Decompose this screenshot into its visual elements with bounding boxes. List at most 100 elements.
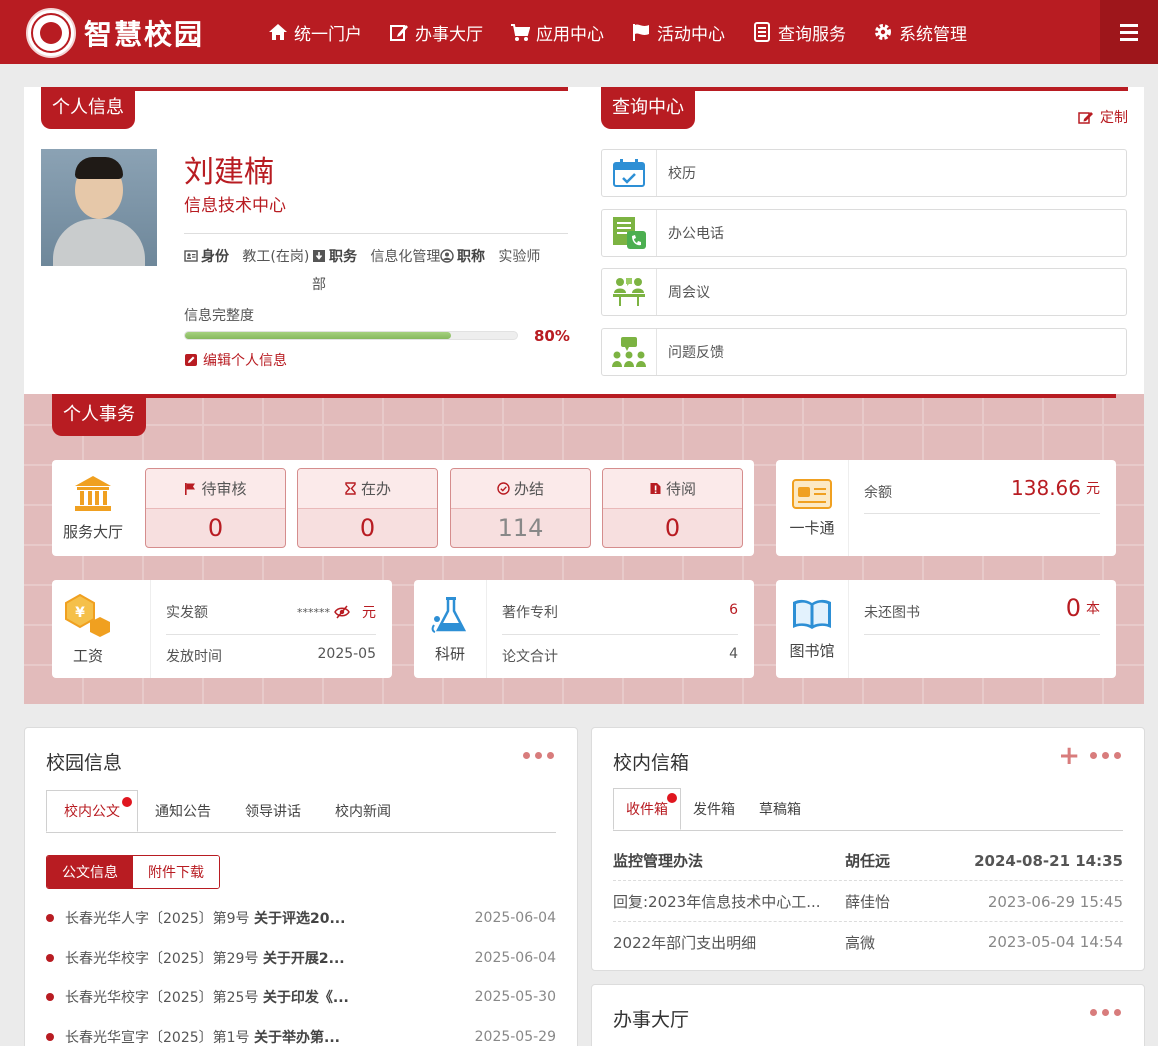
actual-pay-value: ****** (297, 605, 330, 619)
identity-value: 教工(在岗) (242, 249, 310, 265)
title-label: 职称 (457, 249, 485, 265)
tab-notices[interactable]: 通知公告 (138, 790, 228, 832)
doc-title-text: 关于举办第... (254, 1030, 340, 1046)
works-value: 6 (729, 602, 738, 618)
hall-card: 办事大厅 (591, 984, 1145, 1046)
customize-button[interactable]: 定制 (1078, 107, 1128, 127)
tab-label: 校内公文 (64, 804, 120, 820)
papers-value: 4 (729, 646, 738, 662)
completeness-percent: 80% (534, 327, 570, 345)
hamburger-icon[interactable] (1100, 0, 1158, 64)
research-link[interactable]: 科研 (414, 580, 486, 678)
duty-value-cont: 部 (312, 277, 326, 293)
mailbox-title: 校内信箱 (613, 752, 690, 774)
eye-slash-icon[interactable] (334, 605, 350, 619)
cart-icon (511, 24, 530, 41)
nav-item-apps[interactable]: 应用中心 (510, 0, 604, 64)
stat-pending-review[interactable]: 待审核 0 (145, 468, 286, 548)
nav-item-query[interactable]: 查询服务 (752, 0, 846, 64)
stat-value: 0 (359, 514, 376, 542)
research-label: 科研 (434, 644, 465, 663)
mail-row[interactable]: 2022年部门支出明细 高微 2023-05-04 14:54 (613, 922, 1123, 962)
doc-title: 长春光华宣字〔2025〕第1号 关于举办第... (65, 1027, 467, 1046)
edit-icon (185, 354, 197, 366)
nav-item-portal[interactable]: 统一门户 (268, 0, 362, 64)
library-card[interactable]: 图书馆 未还图书 0 本 (776, 580, 1116, 678)
tab-speeches[interactable]: 领导讲话 (228, 790, 318, 832)
building-icon (75, 475, 111, 511)
query-item-calendar[interactable]: 校历 (601, 149, 1127, 197)
salary-label: 工资 (72, 646, 103, 665)
mail-subject: 2022年部门支出明细 (613, 933, 757, 952)
query-item-meeting[interactable]: 周会议 (601, 268, 1127, 316)
unreturned-books-readout: 0 本 (1066, 594, 1100, 622)
edit-profile-link[interactable]: 编辑个人信息 (184, 350, 287, 370)
query-section-title: 查询中心 (601, 87, 695, 129)
service-hall-label: 服务大厅 (62, 522, 123, 541)
tab-news[interactable]: 校内新闻 (318, 790, 408, 832)
tab-label: 领导讲话 (245, 804, 301, 820)
hall-title: 办事大厅 (613, 1009, 690, 1031)
profile-query-panel: 个人信息 刘建楠 信息技术中心 身份 教工(在岗) 职务 信息化管理 职称 实验… (24, 87, 1144, 395)
nav-label: 统一门户 (294, 24, 362, 45)
logo[interactable]: 智慧校园 (26, 8, 204, 58)
tab-sent[interactable]: 发件箱 (681, 788, 747, 830)
unreturned-books-label: 未还图书 (864, 605, 920, 621)
doc-row[interactable]: 长春光华校字〔2025〕第29号 关于开展2... 2025-06-04 (46, 948, 556, 968)
tab-official-docs[interactable]: 校内公文 (46, 790, 138, 832)
campus-card[interactable]: 一卡通 余额 138.66 元 (776, 460, 1116, 556)
query-item-label: 校历 (668, 166, 696, 182)
stat-to-read[interactable]: 待阅 0 (602, 468, 743, 548)
tab-label: 草稿箱 (759, 802, 801, 818)
balance-value: 138.66 (1011, 476, 1081, 500)
svg-text:¥: ¥ (75, 605, 85, 621)
unread-dot (667, 793, 677, 803)
nav-item-hall[interactable]: 办事大厅 (389, 0, 483, 64)
library-link[interactable]: 图书馆 (776, 580, 848, 678)
nav-item-activities[interactable]: 活动中心 (631, 0, 725, 64)
profile-department: 信息技术中心 (184, 196, 286, 216)
nav-item-system[interactable]: 系统管理 (873, 0, 967, 64)
service-hall-link[interactable]: 服务大厅 (52, 460, 134, 556)
completeness-label: 信息完整度 (184, 308, 254, 324)
more-icon[interactable] (1090, 1009, 1126, 1016)
nav-label: 应用中心 (536, 24, 604, 45)
doc-date: 2025-05-29 (474, 1029, 556, 1045)
stat-in-progress[interactable]: 在办 0 (297, 468, 438, 548)
unreturned-books-value: 0 (1065, 594, 1081, 622)
add-mail-icon[interactable]: + (1058, 743, 1080, 769)
attr-identity: 身份 教工(在岗) (184, 247, 309, 267)
mail-row[interactable]: 监控管理办法 胡任远 2024-08-21 14:35 (613, 841, 1123, 881)
stat-value: 114 (497, 514, 544, 542)
campus-card-link[interactable]: 一卡通 (776, 460, 848, 556)
mail-row[interactable]: 回复:2023年信息技术中心工... 薛佳怡 2023-06-29 15:45 (613, 882, 1123, 922)
subtab-attachments[interactable]: 附件下载 (133, 856, 219, 888)
more-icon[interactable] (1090, 752, 1126, 759)
query-item-feedback[interactable]: 问题反馈 (601, 328, 1127, 376)
stat-label: 在办 (360, 480, 391, 498)
doc-row[interactable]: 长春光华宣字〔2025〕第1号 关于举办第... 2025-05-29 (46, 1027, 556, 1046)
query-item-phone[interactable]: 办公电话 (601, 209, 1127, 257)
attr-title: 职称 实验师 (440, 247, 540, 267)
edit-profile-label: 编辑个人信息 (203, 353, 287, 369)
doc-row[interactable]: 长春光华人字〔2025〕第9号 关于评选20... 2025-06-04 (46, 908, 556, 928)
stat-value: 0 (207, 514, 224, 542)
tab-inbox[interactable]: 收件箱 (613, 788, 681, 830)
more-icon[interactable] (523, 752, 559, 759)
mail-time: 2024-08-21 14:35 (974, 851, 1123, 870)
doc-row[interactable]: 长春光华校字〔2025〕第25号 关于印发《... 2025-05-30 (46, 987, 556, 1007)
salary-link[interactable]: ¥ 工资 (52, 580, 124, 678)
library-label: 图书馆 (789, 641, 835, 660)
book-icon (793, 599, 831, 629)
research-card[interactable]: 科研 著作专利 6 论文合计 4 (414, 580, 754, 678)
tab-drafts[interactable]: 草稿箱 (747, 788, 813, 830)
salary-card[interactable]: ¥ 工资 实发额 ****** 元 发放时间 2025-05 (52, 580, 392, 678)
mail-subject: 监控管理办法 (613, 852, 704, 870)
nav-label: 活动中心 (657, 24, 725, 45)
actual-pay-label: 实发额 (166, 605, 208, 621)
campus-info-card: 校园信息 校内公文 通知公告 领导讲话 校内新闻 公文信息 附件下载 长春光华人… (24, 727, 578, 1046)
flag-icon (185, 483, 196, 495)
stat-completed[interactable]: 办结 114 (450, 468, 591, 548)
subtab-doc-info[interactable]: 公文信息 (47, 856, 133, 888)
check-circle-icon (497, 482, 510, 495)
